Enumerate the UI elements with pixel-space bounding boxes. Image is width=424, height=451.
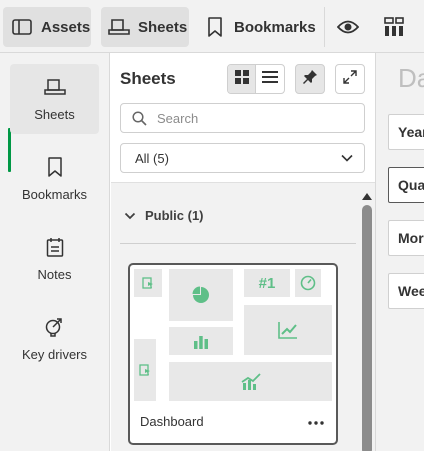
pin-button[interactable] xyxy=(295,64,325,94)
chevron-down-icon xyxy=(124,210,136,222)
left-nav: Sheets Bookmarks Notes Key drivers xyxy=(0,53,110,451)
nav-item-label: Notes xyxy=(37,267,72,282)
group-header-public[interactable]: Public (1) xyxy=(124,208,204,223)
gauge-icon xyxy=(295,269,321,297)
pin-icon xyxy=(302,69,318,90)
filter-value: All (5) xyxy=(135,150,169,166)
nav-item-sheets[interactable]: Sheets xyxy=(10,64,99,134)
top-toolbar: Assets Sheets Bookmarks xyxy=(0,0,424,53)
line-chart-icon xyxy=(244,305,332,355)
kpi-tile: #1 xyxy=(244,269,290,297)
bookmarks-label: Bookmarks xyxy=(234,18,316,36)
more-options-button[interactable] xyxy=(305,413,327,429)
scrollbar-thumb[interactable] xyxy=(362,205,372,451)
expand-button[interactable] xyxy=(335,64,365,94)
sheet-canvas: Da Year Qua Mor Wee xyxy=(375,53,424,451)
search-icon xyxy=(131,110,147,126)
filter-pane-month[interactable]: Mor xyxy=(388,220,424,256)
pie-chart-icon xyxy=(169,269,233,321)
sheet-card-title: Dashboard xyxy=(140,414,204,429)
bar-chart-icon xyxy=(169,327,233,355)
eye-icon xyxy=(337,16,359,38)
bookmark-icon xyxy=(44,156,66,178)
nav-item-key-drivers[interactable]: Key drivers xyxy=(10,304,99,374)
filter-pane-year[interactable]: Year xyxy=(388,114,424,150)
sheets-panel: Sheets All (5) xyxy=(111,53,375,451)
nav-item-label: Bookmarks xyxy=(21,187,88,202)
sheet-icon xyxy=(108,16,130,38)
sheet-title: Da xyxy=(398,63,424,93)
sheet-icon xyxy=(43,76,66,98)
toolbar-divider xyxy=(324,7,325,47)
key-drivers-icon xyxy=(44,316,66,338)
sheet-filter-select[interactable]: All (5) xyxy=(120,143,365,173)
combo-chart-icon xyxy=(169,362,332,401)
scroll-up-arrow-icon[interactable] xyxy=(361,188,373,200)
grid-view-button[interactable] xyxy=(228,65,257,93)
analysis-button[interactable] xyxy=(379,7,409,47)
sheet-list: Public (1) #1 Dashboard xyxy=(111,182,375,451)
thumbnail-filter-tile xyxy=(134,269,162,297)
bookmark-icon xyxy=(204,16,226,38)
list-icon xyxy=(262,70,278,89)
divider xyxy=(120,243,356,244)
nav-item-label: Sheets xyxy=(34,107,75,122)
search-box xyxy=(120,103,365,133)
panel-icon xyxy=(11,16,33,38)
bookmarks-button[interactable]: Bookmarks xyxy=(198,7,316,47)
filter-pane-quarter[interactable]: Qua xyxy=(388,167,424,203)
search-input[interactable] xyxy=(157,110,357,126)
sheets-label: Sheets xyxy=(138,18,188,36)
expand-icon xyxy=(343,69,357,89)
sheet-card-dashboard[interactable]: #1 Dashboard xyxy=(128,263,338,445)
panel-title: Sheets xyxy=(120,69,176,88)
more-horizontal-icon xyxy=(308,412,324,430)
nav-item-label: Key drivers xyxy=(21,347,88,362)
scrollbar[interactable] xyxy=(361,188,373,451)
filter-pane-week[interactable]: Wee xyxy=(388,273,424,309)
nav-item-bookmarks[interactable]: Bookmarks xyxy=(10,144,99,214)
insight-advisor-button[interactable] xyxy=(333,7,363,47)
sheets-button[interactable]: Sheets xyxy=(101,7,189,47)
view-toggle xyxy=(227,64,285,94)
list-view-button[interactable] xyxy=(256,65,284,93)
assets-button[interactable]: Assets xyxy=(3,7,91,47)
thumbnail-filter-tile xyxy=(134,339,156,401)
chevron-down-icon xyxy=(340,151,354,165)
sheet-thumbnail: #1 xyxy=(134,269,332,401)
nav-item-notes[interactable]: Notes xyxy=(10,224,99,294)
group-label: Public (1) xyxy=(145,208,204,223)
grid-icon xyxy=(234,69,249,89)
analysis-icon xyxy=(383,16,405,38)
assets-label: Assets xyxy=(41,18,91,36)
notes-icon xyxy=(44,236,66,258)
